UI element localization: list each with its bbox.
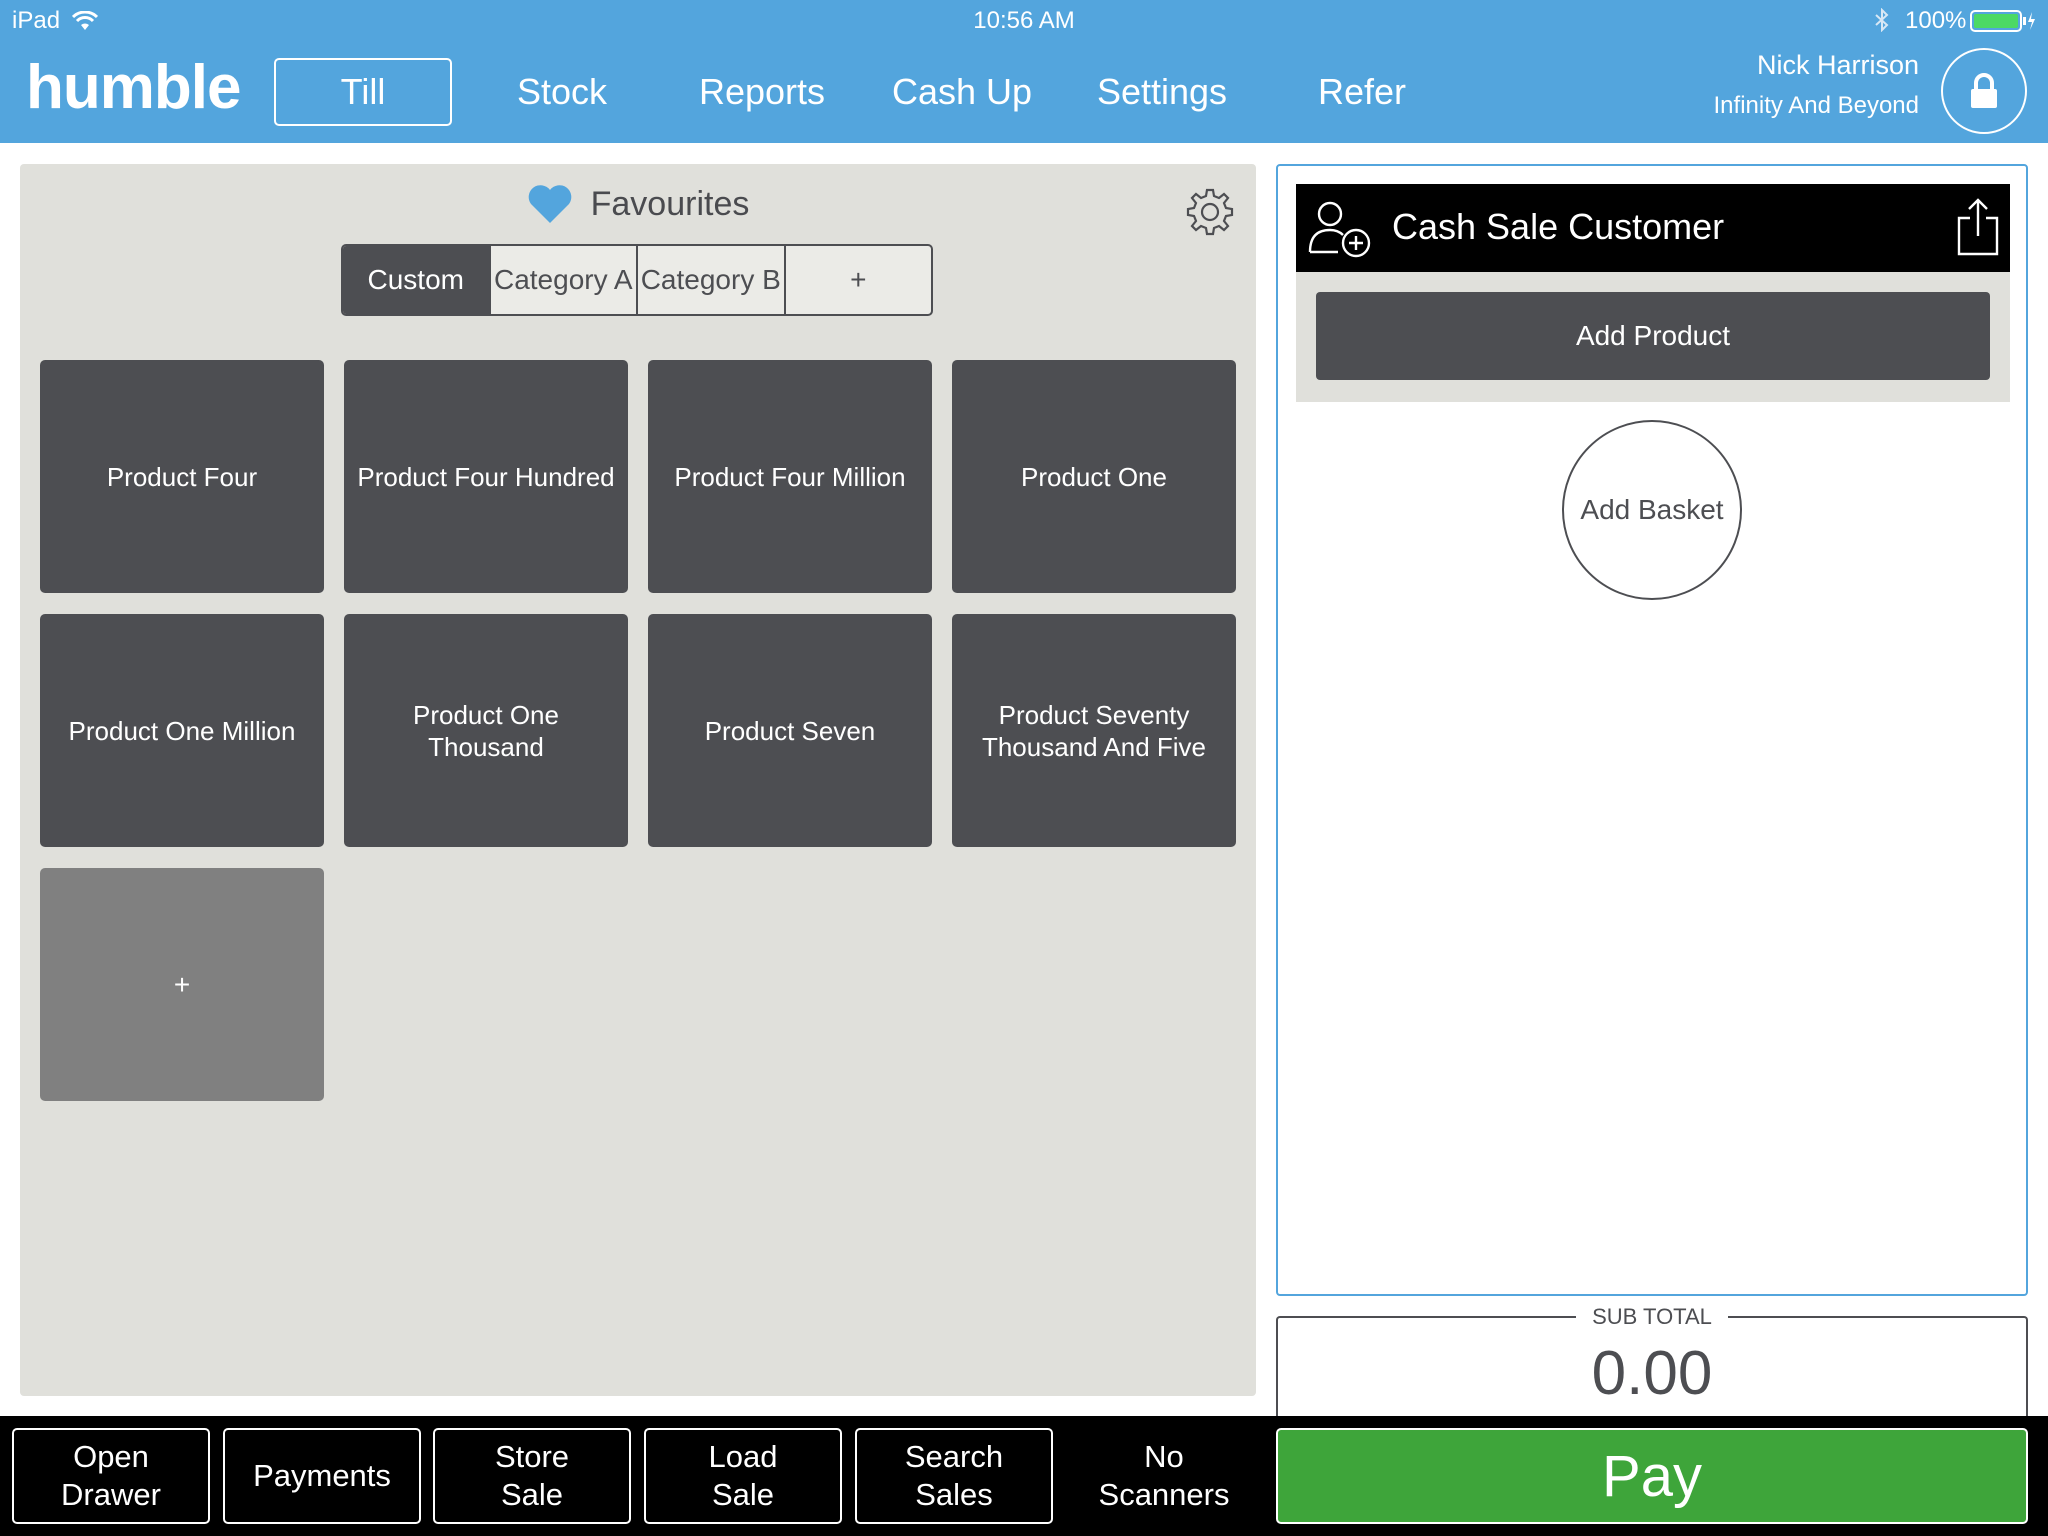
product-tile[interactable]: Product Seventy Thousand And Five <box>952 614 1236 847</box>
add-product-button[interactable]: Add Product <box>1316 292 1990 380</box>
subtotal-box: SUB TOTAL 0.00 <box>1276 1304 2028 1416</box>
store-sale-button[interactable]: Store Sale <box>433 1428 631 1524</box>
user-organisation: Infinity And Beyond <box>1713 92 1919 119</box>
tab-category-a[interactable]: Category A <box>488 246 637 314</box>
gear-icon <box>1186 188 1234 236</box>
category-tabs: Custom Category A Category B + <box>341 244 933 316</box>
product-grid: Product Four Product Four Hundred Produc… <box>40 360 1236 1101</box>
app-header: iPad 10:56 AM 100% humble Till Stock Rep… <box>0 0 2048 143</box>
add-category-button[interactable]: + <box>783 246 932 314</box>
add-product-tile[interactable]: + <box>40 868 324 1101</box>
battery-percent: 100% <box>1905 7 1967 34</box>
product-tile[interactable]: Product One Million <box>40 614 324 847</box>
status-time: 10:56 AM <box>973 7 1075 34</box>
search-sales-button[interactable]: Search Sales <box>855 1428 1053 1524</box>
product-tile[interactable]: Product Seven <box>648 614 932 847</box>
tab-cash-up[interactable]: Cash Up <box>882 58 1042 126</box>
product-tile[interactable]: Product Four Hundred <box>344 360 628 593</box>
load-sale-button[interactable]: Load Sale <box>644 1428 842 1524</box>
add-basket-button[interactable]: Add Basket <box>1562 420 1742 600</box>
basket-panel: Cash Sale Customer Add Product Add Baske… <box>1276 164 2028 1296</box>
bluetooth-icon <box>1874 7 1890 39</box>
tab-category-b[interactable]: Category B <box>636 246 784 314</box>
favourites-panel: Favourites Custom Category A Category B … <box>20 164 1256 1396</box>
scanner-status: No Scanners <box>1098 1439 1230 1512</box>
product-tile[interactable]: Product One Thousand <box>344 614 628 847</box>
customer-bar[interactable]: Cash Sale Customer <box>1296 184 2010 272</box>
product-tile[interactable]: Product One <box>952 360 1236 593</box>
favourites-header: Favourites <box>20 184 1256 224</box>
open-drawer-button[interactable]: Open Drawer <box>12 1428 210 1524</box>
tab-reports[interactable]: Reports <box>682 58 842 126</box>
customer-name: Cash Sale Customer <box>1392 206 1725 247</box>
subtotal-value: 0.00 <box>1591 1339 1713 1408</box>
user-name: Nick Harrison <box>1756 50 1919 80</box>
favourites-title: Favourites <box>590 184 750 223</box>
lock-button[interactable] <box>1941 48 2027 134</box>
tab-settings[interactable]: Settings <box>1082 58 1242 126</box>
favourites-settings-button[interactable] <box>1184 186 1236 243</box>
share-icon[interactable] <box>1956 198 2000 261</box>
humble-logo: humble <box>26 53 241 122</box>
bottom-toolbar: Open Drawer Payments Store Sale Load Sale S… <box>0 1416 2048 1536</box>
tab-refer[interactable]: Refer <box>1282 58 1442 126</box>
add-customer-icon[interactable] <box>1306 196 1374 267</box>
product-tile[interactable]: Product Four Million <box>648 360 932 593</box>
tab-custom[interactable]: Custom <box>343 246 489 314</box>
heart-icon <box>528 185 571 223</box>
subtotal-label: SUB TOTAL <box>1576 1304 1728 1329</box>
tab-stock[interactable]: Stock <box>482 58 642 126</box>
customer-block: Cash Sale Customer Add Product <box>1296 184 2010 402</box>
battery-icon <box>1970 10 2036 39</box>
product-tile[interactable]: Product Four <box>40 360 324 593</box>
payments-button[interactable]: Payments <box>223 1428 421 1524</box>
ios-status-bar: iPad 10:56 AM 100% <box>0 0 2048 40</box>
tab-till[interactable]: Till <box>274 58 452 126</box>
pay-button[interactable]: Pay <box>1276 1428 2028 1524</box>
lock-icon <box>1971 73 1997 108</box>
